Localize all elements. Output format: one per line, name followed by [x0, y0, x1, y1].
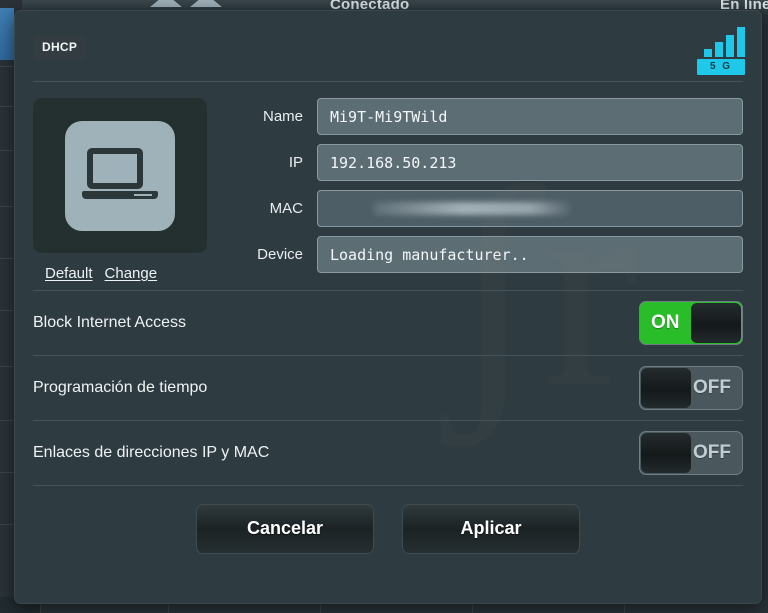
ip-mac-binding-toggle[interactable]: OFF: [639, 431, 743, 475]
client-detail-dialog: ʃr DHCP 5 G Default Change Name Mi9T-Mi9…: [14, 10, 762, 604]
dialog-header: DHCP 5 G: [15, 11, 761, 81]
toggle-row-block-internet: Block Internet Access ON: [33, 290, 743, 355]
device-info-section: Default Change Name Mi9T-Mi9TWild IP 192.…: [15, 82, 761, 290]
device-icon-tile[interactable]: [33, 98, 207, 253]
signal-bars-icon: [697, 27, 745, 57]
settings-toggle-list: Block Internet Access ON Programación de…: [15, 290, 761, 485]
signal-strength-indicator: 5 G: [697, 27, 745, 75]
ip-mac-binding-label: Enlaces de direcciones IP y MAC: [33, 444, 270, 461]
toggle-state-text: OFF: [693, 442, 731, 463]
device-icon-plate: [65, 120, 175, 231]
field-row-name: Name Mi9T-Mi9TWild: [217, 98, 743, 135]
time-scheduling-toggle[interactable]: OFF: [639, 366, 743, 410]
field-row-mac: MAC: [217, 190, 743, 227]
name-input[interactable]: Mi9T-Mi9TWild: [317, 98, 743, 135]
toggle-knob: [641, 368, 691, 408]
toggle-knob: [691, 303, 741, 343]
default-icon-link[interactable]: Default: [45, 265, 93, 282]
toggle-state-text: ON: [651, 312, 680, 333]
device-icon-column: Default Change: [33, 98, 211, 282]
mac-label: MAC: [269, 200, 303, 217]
name-label: Name: [262, 108, 303, 125]
field-row-ip: IP 192.168.50.213: [217, 144, 743, 181]
ip-label: IP: [288, 154, 303, 171]
time-scheduling-label: Programación de tiempo: [33, 379, 208, 396]
dhcp-badge[interactable]: DHCP: [33, 35, 87, 60]
background-logo-shape: [150, 0, 182, 7]
device-fields: Name Mi9T-Mi9TWild IP 192.168.50.213 MAC…: [211, 98, 743, 282]
block-internet-label: Block Internet Access: [33, 314, 186, 331]
field-row-device: Device Loading manufacturer..: [217, 236, 743, 273]
toggle-row-ip-mac-binding: Enlaces de direcciones IP y MAC OFF: [33, 420, 743, 485]
ip-input[interactable]: 192.168.50.213: [317, 144, 743, 181]
mac-redaction-blur: [374, 202, 570, 215]
laptop-icon: [82, 147, 158, 204]
toggle-state-text: OFF: [693, 377, 731, 398]
cancel-button[interactable]: Cancelar: [196, 503, 374, 554]
apply-button[interactable]: Aplicar: [402, 503, 580, 554]
dialog-footer: Cancelar Aplicar: [33, 485, 743, 571]
toggle-row-time-scheduling: Programación de tiempo OFF: [33, 355, 743, 420]
background-logo-shape: [190, 0, 222, 7]
block-internet-toggle[interactable]: ON: [639, 301, 743, 345]
device-input[interactable]: Loading manufacturer..: [317, 236, 743, 273]
band-label: 5 G: [697, 59, 745, 75]
device-label: Device: [257, 246, 303, 263]
change-icon-link[interactable]: Change: [105, 265, 158, 282]
background-rail-highlight: [0, 8, 14, 60]
toggle-knob: [641, 433, 691, 473]
mac-input[interactable]: [317, 190, 743, 227]
device-icon-actions: Default Change: [33, 265, 211, 282]
